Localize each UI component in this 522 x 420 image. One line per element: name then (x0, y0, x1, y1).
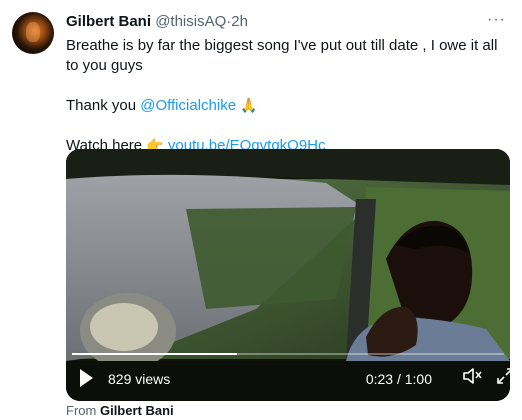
avatar[interactable] (12, 12, 54, 54)
pray-emoji: 🙏 (240, 97, 258, 113)
tweet-header: Gilbert Bani @thisisAQ·2h (66, 13, 248, 31)
tweet-line-thanks: Thank you @Officialchike 🙏 (66, 95, 506, 116)
attribution-name[interactable]: Gilbert Bani (100, 403, 174, 418)
author-handle[interactable]: @thisisAQ (155, 13, 226, 30)
video-controls: 829 views 0:23 / 1:00 (66, 351, 510, 401)
author-name[interactable]: Gilbert Bani (66, 13, 151, 30)
thanks-text: Thank you (66, 97, 141, 114)
tweet-line-1: Breathe is by far the biggest song I've … (66, 37, 498, 74)
play-icon[interactable] (80, 369, 93, 387)
attribution-prefix: From (66, 403, 97, 418)
video-player[interactable]: 829 views 0:23 / 1:00 (66, 149, 510, 401)
more-options-icon[interactable]: ··· (487, 11, 506, 29)
tweet-time[interactable]: 2h (231, 13, 248, 30)
progress-bar[interactable] (72, 353, 504, 355)
mention-link[interactable]: @Officialchike (140, 97, 236, 114)
tweet-text: Breathe is by far the biggest song I've … (66, 36, 506, 156)
video-timecode: 0:23 / 1:00 (365, 371, 432, 387)
view-count: 829 views (108, 371, 171, 387)
attribution: From Gilbert Bani (66, 403, 174, 418)
tweet: Gilbert Bani @thisisAQ·2h ··· Breathe is… (0, 0, 522, 420)
progress-fill (72, 353, 238, 355)
